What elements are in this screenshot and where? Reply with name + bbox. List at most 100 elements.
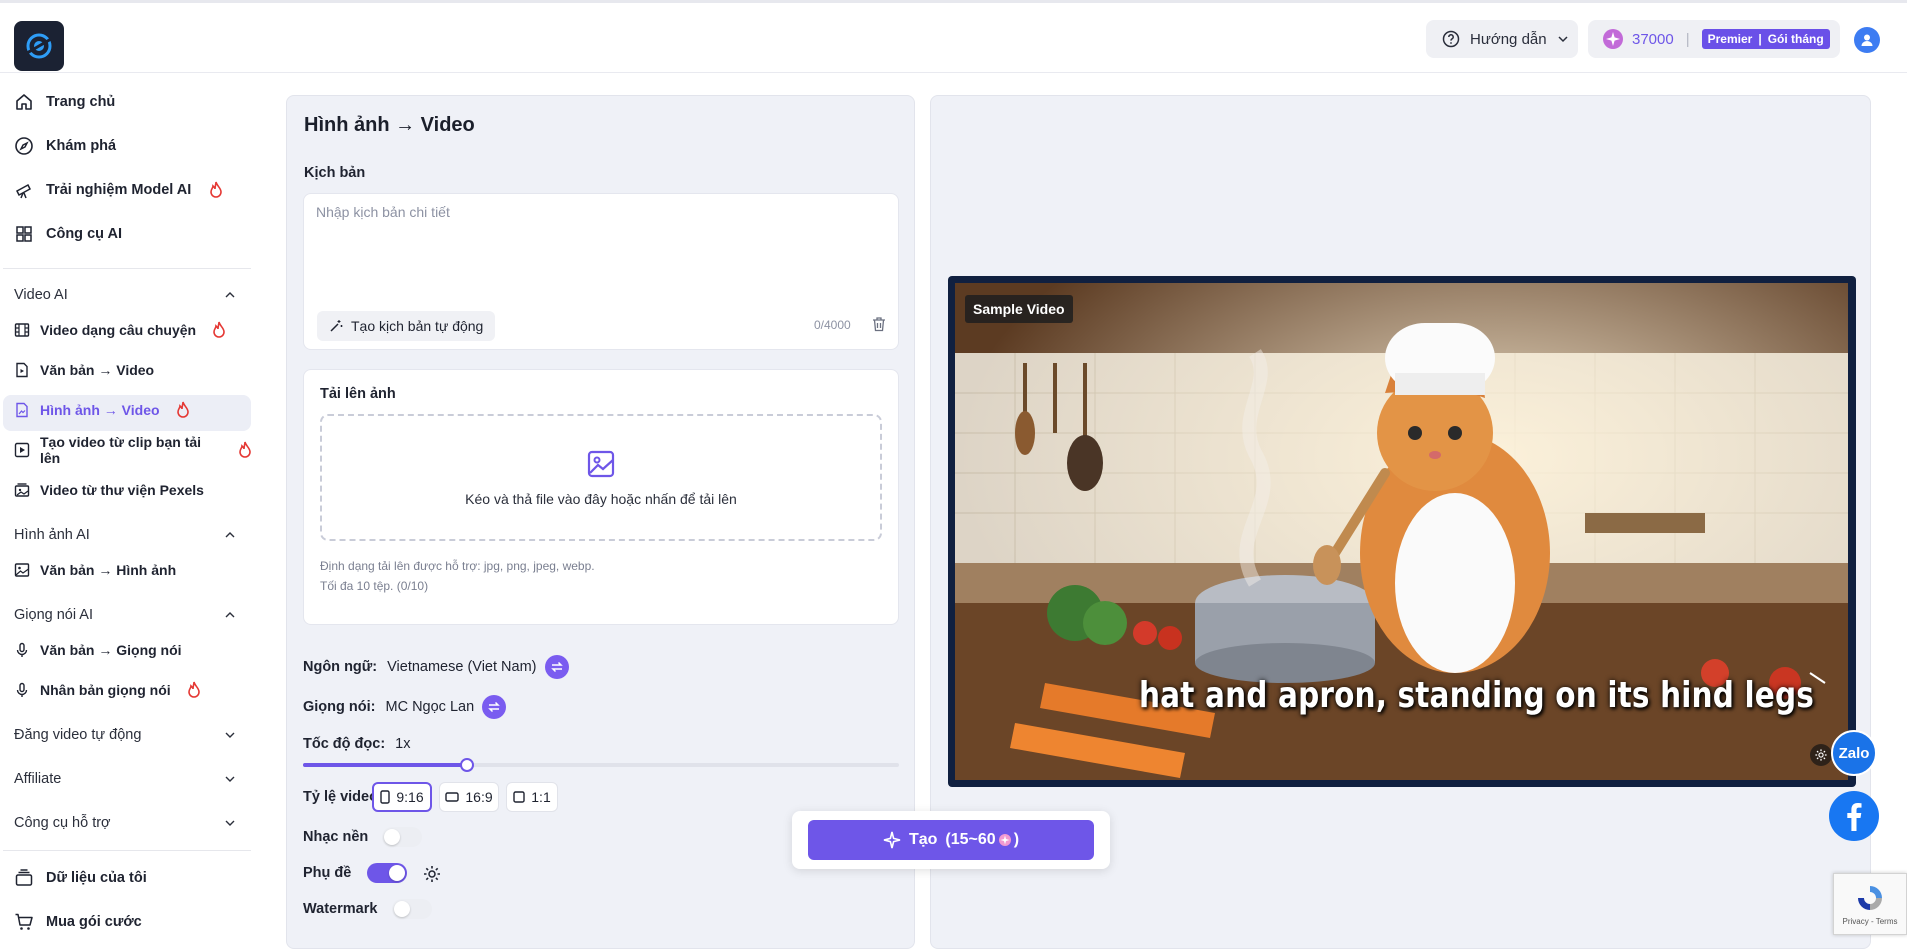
credit-box[interactable]: 37000 | Premier | Gói tháng [1588,20,1840,58]
sidebar-item-explore[interactable]: Khám phá [14,132,116,160]
sidebar-item-model-ai[interactable]: Trải nghiệm Model AI [14,176,223,204]
sample-video[interactable]: Sample Video hat and apron, standing on … [955,283,1848,780]
sample-video-frame[interactable]: Sample Video hat and apron, standing on … [948,276,1856,787]
section-auto-post[interactable]: Đăng video tự động [14,722,236,748]
sample-video-badge: Sample Video [965,295,1073,323]
credit-coin-icon [998,833,1012,847]
subtitle-label: Phụ đề [303,865,352,881]
speed-slider[interactable] [303,758,899,772]
speed-value: 1x [395,736,411,752]
fire-icon [238,441,252,459]
ratio-label-text: 1:1 [531,789,551,805]
create-button[interactable]: Tạo (15~60 ) [808,820,1094,860]
language-value: Vietnamese (Viet Nam) [387,659,537,675]
video-caption: hat and apron, standing on its hind legs [1139,675,1814,716]
section-support-tools[interactable]: Công cụ hỗ trợ [14,810,236,836]
home-icon [14,92,34,112]
play-square-icon [14,442,30,458]
upload-label: Tải lên ảnh [320,386,396,402]
sparkle-icon [883,831,901,849]
ratio-1-1-button[interactable]: 1:1 [506,782,558,812]
chevron-down-icon [224,817,236,829]
sidebar-item-image-to-video[interactable]: Hình ảnh → Video [14,396,190,424]
sidebar-item-label: Tạo video từ clip bạn tải lên [40,434,202,466]
recaptcha-badge[interactable]: Privacy - Terms [1833,873,1907,935]
sidebar-item-home[interactable]: Trang chủ [14,88,115,116]
facebook-icon [1830,792,1878,840]
sidebar-item-my-data[interactable]: Dữ liệu của tôi [14,864,147,892]
sidebar-item-label: Trang chủ [46,94,116,110]
sidebar-item-ai-tools[interactable]: Công cụ AI [14,220,122,248]
help-circle-icon [1442,30,1460,48]
film-icon [14,322,30,338]
fire-icon [176,401,190,419]
telescope-icon [14,180,34,200]
music-label: Nhạc nền [303,829,369,845]
grid-icon [14,224,34,244]
image-icon [14,562,30,578]
section-image-ai[interactable]: Hình ảnh AI [14,522,236,548]
limit-hint: Tối đa 10 tệp. (0/10) [320,579,429,593]
section-title: Đăng video tự động [14,727,142,743]
sidebar-item-pexels[interactable]: Video từ thư viện Pexels [14,476,204,504]
script-label: Kịch bản [304,165,366,181]
sidebar-item-buy-plan[interactable]: Mua gói cước [14,908,142,936]
section-title: Video AI [14,287,68,303]
image-dropzone[interactable]: Kéo và thả file vào đây hoặc nhấn để tải… [320,414,882,541]
landscape-icon [445,792,460,802]
music-toggle[interactable] [382,827,422,847]
fire-icon [187,681,201,699]
chevron-up-icon [224,529,236,541]
ratio-16-9-button[interactable]: 16:9 [439,782,499,812]
sidebar-item-text-to-video[interactable]: Văn bản → Video [14,356,154,384]
facebook-button[interactable] [1829,791,1879,841]
sidebar-item-clip-video[interactable]: Tạo video từ clip bạn tải lên [14,434,252,466]
section-affiliate[interactable]: Affiliate [14,766,236,792]
trash-icon[interactable] [871,316,887,332]
recaptcha-icon [1858,885,1882,910]
database-icon [14,868,34,888]
voice-label: Giọng nói: [303,699,376,715]
toggle-knob [394,901,410,917]
sidebar-item-story-video[interactable]: Video dạng câu chuyện [14,316,226,344]
ratio-label-text: 9:16 [396,789,424,805]
voice-swap-button[interactable] [482,695,507,719]
app-logo[interactable] [14,21,64,71]
credit-separator: | [1685,30,1690,48]
video-settings-gear-icon[interactable] [1810,744,1832,766]
sidebar-item-text-to-image[interactable]: Văn bản → Hình ảnh [14,556,176,584]
image-upload-icon [586,449,616,479]
language-label: Ngôn ngữ: [303,659,378,675]
watermark-toggle[interactable] [392,899,432,919]
zalo-chat-button[interactable]: Zalo [1831,730,1877,776]
sidebar-item-label: Video từ thư viện Pexels [40,482,204,498]
plan-divider: | [1758,32,1762,46]
subtitle-settings-gear-icon[interactable] [422,864,442,884]
section-video-ai[interactable]: Video AI [14,282,236,308]
format-hint: Định dạng tải lên được hỗ trợ: jpg, png,… [320,559,595,573]
guide-button[interactable]: Hướng dẫn [1426,20,1578,58]
auto-script-label: Tạo kịch bản tự động [351,318,484,334]
toggle-knob [389,865,405,881]
sidebar-item-text-to-speech[interactable]: Văn bản → Giọng nói [14,636,182,664]
chevron-up-icon [224,609,236,621]
voice-row: Giọng nói: MC Ngọc Lan [303,695,507,719]
sidebar-divider [3,850,251,851]
create-cost: (15~60 [945,831,996,848]
sidebar-item-label: Văn bản → Hình ảnh [40,562,177,578]
language-swap-button[interactable] [544,655,569,679]
section-title: Hình ảnh AI [14,527,90,543]
slider-handle[interactable] [459,758,474,772]
microphone-icon [14,642,30,658]
ratio-9-16-button[interactable]: 9:16 [372,782,432,812]
sidebar-item-voice-clone[interactable]: Nhân bản giọng nói [14,676,201,704]
chevron-up-icon [224,289,236,301]
language-row: Ngôn ngữ: Vietnamese (Viet Nam) [303,655,569,679]
script-input[interactable] [316,204,886,304]
subtitle-toggle[interactable] [367,863,407,883]
auto-script-button[interactable]: Tạo kịch bản tự động [317,311,496,341]
char-count: 0/4000 [814,318,851,332]
section-voice-ai[interactable]: Giọng nói AI [14,602,236,628]
user-avatar[interactable] [1854,27,1880,53]
cart-icon [14,912,34,932]
